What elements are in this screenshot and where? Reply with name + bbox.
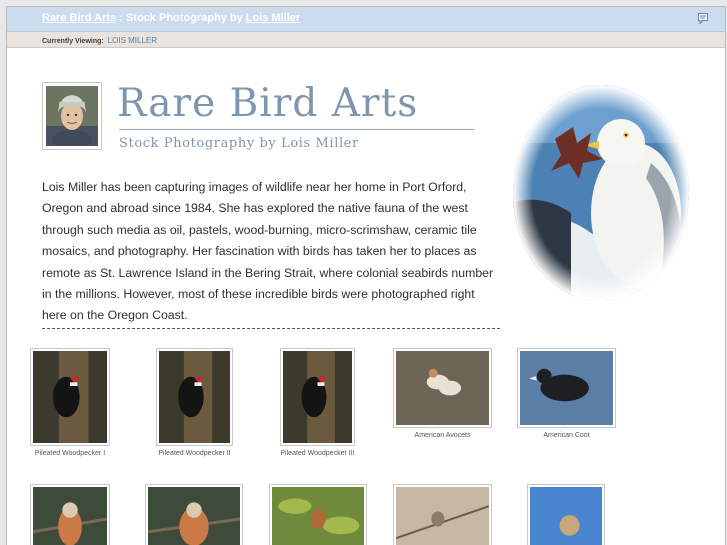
gallery-thumb[interactable]: American Avocets <box>393 348 492 439</box>
top-bar: Rare Bird Arts : Stock Photography by Lo… <box>7 7 725 32</box>
currently-viewing-bar: Currently Viewing: LOIS MILLER <box>7 32 725 48</box>
thumbnail-caption[interactable]: American Coot <box>517 432 616 439</box>
thumbnail-image[interactable] <box>156 348 233 446</box>
thumbnail-image[interactable] <box>269 484 367 545</box>
breadcrumb: Rare Bird Arts : Stock Photography by Lo… <box>42 12 300 24</box>
thumbnail-image[interactable] <box>280 348 355 446</box>
currently-viewing-value[interactable]: LOIS MILLER <box>108 36 157 45</box>
thumbnail-caption[interactable]: Pileated Woodpecker I <box>30 450 110 457</box>
thumbnail-caption[interactable]: American Avocets <box>393 432 492 439</box>
thumbnail-caption[interactable]: Pileated Woodpecker III <box>280 450 355 457</box>
page-frame: Rare Bird Arts : Stock Photography by Lo… <box>6 6 726 545</box>
gallery-thumb[interactable]: Pileated Woodpecker II <box>156 348 233 457</box>
gallery-thumb[interactable]: Pileated Woodpecker III <box>280 348 355 457</box>
thumbnail-caption[interactable]: Pileated Woodpecker II <box>156 450 233 457</box>
logo-title: Rare Bird Arts <box>117 81 419 126</box>
thumbnail-image[interactable] <box>30 484 110 545</box>
thumbnail-image[interactable] <box>517 348 616 428</box>
page-title: Stock Photography by <box>125 12 243 24</box>
gallery-thumb[interactable] <box>269 484 367 545</box>
logo-rule <box>119 129 474 130</box>
logo-subtitle: Stock Photography by Lois Miller <box>119 136 359 151</box>
gallery-thumb[interactable] <box>145 484 243 545</box>
currently-viewing-label: Currently Viewing: <box>42 38 104 45</box>
gallery-thumb[interactable] <box>30 484 110 545</box>
owner-link[interactable]: Lois Miller <box>246 12 300 24</box>
site-link[interactable]: Rare Bird Arts <box>42 12 116 24</box>
gallery-thumb[interactable] <box>527 484 605 545</box>
avatar <box>42 82 102 150</box>
thumbnail-image[interactable] <box>393 484 492 545</box>
breadcrumb-separator: : <box>119 12 123 24</box>
gallery-thumb[interactable] <box>393 484 492 545</box>
comment-icon[interactable] <box>698 13 708 24</box>
thumbnail-image[interactable] <box>145 484 243 545</box>
thumbnail-image[interactable] <box>393 348 492 428</box>
thumbnail-image[interactable] <box>30 348 110 446</box>
bio-text: Lois Miller has been capturing images of… <box>42 180 494 323</box>
gallery-thumb[interactable]: Pileated Woodpecker I <box>30 348 110 457</box>
thumbnail-image[interactable] <box>527 484 605 545</box>
gull-image <box>513 85 689 301</box>
currently-viewing: Currently Viewing: LOIS MILLER <box>42 36 157 45</box>
divider <box>42 328 500 329</box>
portrait-image <box>46 86 98 150</box>
gallery-thumb[interactable]: American Coot <box>517 348 616 439</box>
